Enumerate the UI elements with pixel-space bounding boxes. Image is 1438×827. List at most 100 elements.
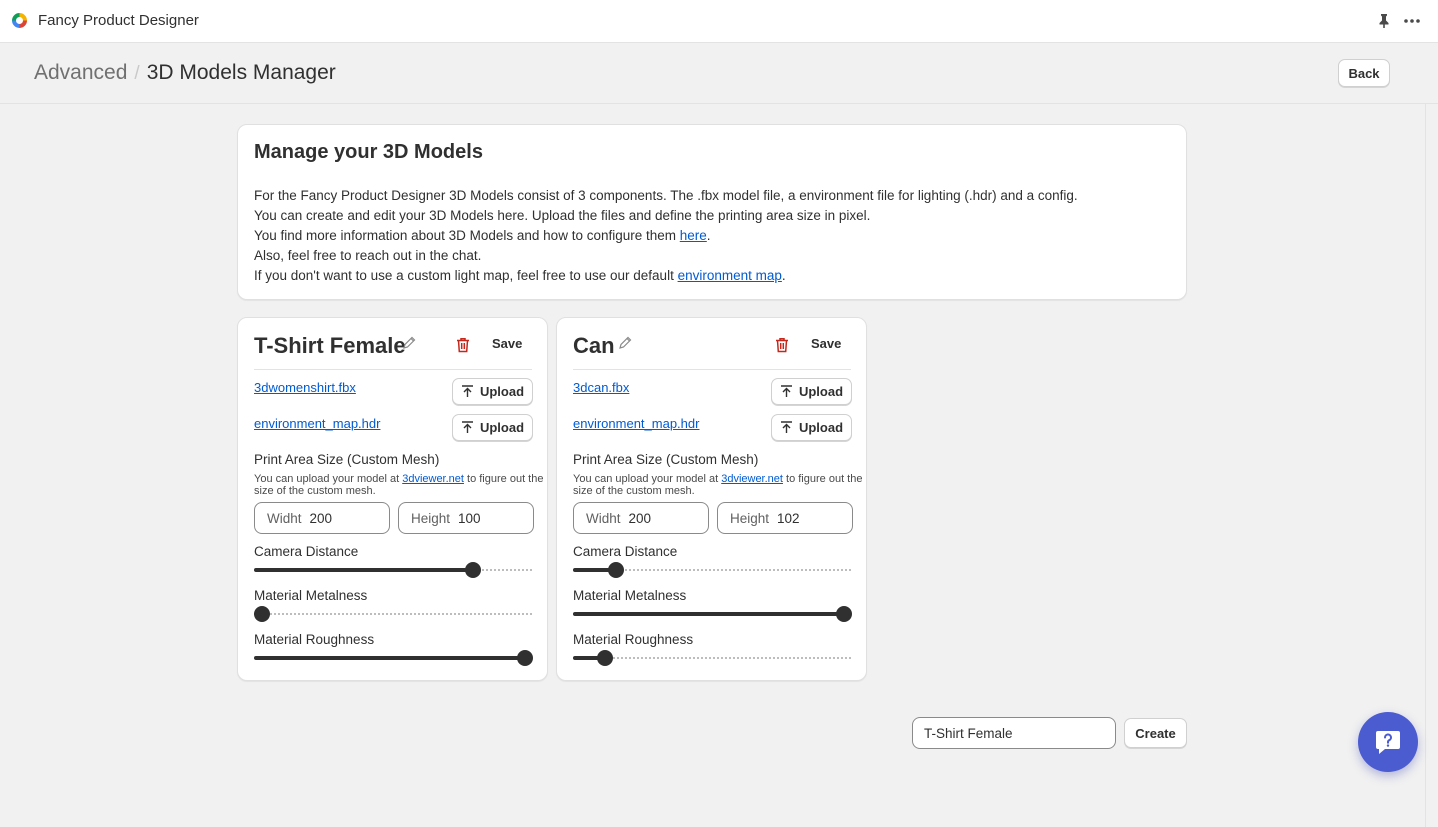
save-button[interactable]: Save: [811, 336, 841, 351]
camera-distance-label: Camera Distance: [573, 544, 678, 559]
app-logo-icon: [12, 13, 27, 28]
info-line: Also, feel free to reach out in the chat…: [254, 248, 482, 263]
scrollbar-track: [1425, 104, 1426, 827]
new-model-name-input[interactable]: T-Shirt Female: [912, 717, 1116, 749]
slider-track: [254, 613, 533, 615]
height-value: 102: [777, 510, 800, 526]
slider-thumb[interactable]: [465, 562, 481, 578]
upload-environment-button[interactable]: Upload: [771, 414, 852, 441]
roughness-label: Material Roughness: [573, 632, 694, 647]
app-bar: Fancy Product Designer: [0, 0, 1438, 43]
info-line: You find more information about 3D Model…: [254, 226, 1078, 246]
upload-icon: [780, 421, 792, 433]
print-area-help: You can upload your model at 3dviewer.ne…: [254, 473, 544, 497]
camera-distance-slider[interactable]: [254, 562, 533, 578]
trash-icon[interactable]: [456, 337, 470, 353]
model-name: T-Shirt Female: [254, 333, 406, 358]
info-text: For the Fancy Product Designer 3D Models…: [254, 186, 1078, 286]
camera-distance-slider[interactable]: [573, 562, 852, 578]
print-area-help: You can upload your model at 3dviewer.ne…: [573, 473, 863, 497]
divider: [254, 369, 532, 370]
info-card: Manage your 3D Models For the Fancy Prod…: [237, 124, 1187, 300]
camera-distance-label: Camera Distance: [254, 544, 359, 559]
width-input[interactable]: Widht 200: [254, 502, 390, 534]
upload-model-button[interactable]: Upload: [771, 378, 852, 405]
roughness-label: Material Roughness: [254, 632, 375, 647]
info-line: For the Fancy Product Designer 3D Models…: [254, 188, 1078, 203]
slider-thumb[interactable]: [835, 606, 852, 622]
height-value: 100: [458, 510, 481, 526]
help-text: You can upload your model at: [254, 473, 403, 485]
slider-track: [573, 657, 852, 659]
print-area-label: Print Area Size (Custom Mesh): [254, 452, 440, 467]
upload-icon: [461, 421, 473, 433]
metalness-slider[interactable]: [573, 606, 852, 622]
slider-thumb[interactable]: [607, 562, 624, 578]
pencil-icon[interactable]: [402, 336, 416, 350]
breadcrumb: Advanced / 3D Models Manager: [34, 61, 336, 85]
3dviewer-link[interactable]: 3dviewer.net: [721, 473, 783, 485]
width-prefix: Widht: [267, 510, 302, 526]
info-line-text: You find more information about 3D Model…: [254, 228, 680, 243]
height-prefix: Height: [730, 510, 770, 526]
environment-map-link[interactable]: environment map: [678, 268, 782, 283]
slider-fill: [254, 568, 473, 572]
width-input[interactable]: Widht 200: [573, 502, 709, 534]
back-button[interactable]: Back: [1338, 59, 1390, 87]
upload-label: Upload: [479, 384, 525, 399]
model-name: Can: [573, 333, 615, 358]
app-title: Fancy Product Designer: [38, 12, 199, 29]
print-area-label: Print Area Size (Custom Mesh): [573, 452, 759, 467]
roughness-slider[interactable]: [573, 650, 852, 666]
upload-model-button[interactable]: Upload: [452, 378, 533, 405]
breadcrumb-advanced[interactable]: Advanced: [34, 61, 127, 85]
width-value: 200: [309, 510, 333, 526]
more-options-icon[interactable]: [1402, 13, 1422, 29]
chat-icon: [1376, 731, 1400, 754]
slider-fill: [254, 656, 526, 660]
metalness-slider[interactable]: [254, 606, 533, 622]
slider-thumb[interactable]: [254, 606, 271, 622]
height-input[interactable]: Height 100: [398, 502, 534, 534]
info-line-text: If you don't want to use a custom light …: [254, 268, 678, 283]
width-prefix: Widht: [586, 510, 621, 526]
width-value: 200: [628, 510, 652, 526]
metalness-label: Material Metalness: [254, 588, 368, 603]
3dviewer-link[interactable]: 3dviewer.net: [402, 473, 464, 485]
slider-thumb[interactable]: [597, 650, 614, 666]
create-button[interactable]: Create: [1124, 718, 1187, 748]
height-prefix: Height: [411, 510, 451, 526]
info-line-text: .: [706, 228, 711, 243]
roughness-slider[interactable]: [254, 650, 534, 666]
model-file-link[interactable]: 3dwomenshirt.fbx: [254, 380, 356, 395]
docs-here-link[interactable]: here: [680, 228, 707, 243]
info-title: Manage your 3D Models: [254, 141, 483, 163]
upload-environment-button[interactable]: Upload: [452, 414, 533, 441]
chat-button[interactable]: [1358, 712, 1418, 772]
model-file-link[interactable]: 3dcan.fbx: [573, 380, 629, 395]
upload-icon: [780, 385, 792, 397]
upload-label: Upload: [479, 420, 525, 435]
trash-icon[interactable]: [775, 337, 789, 353]
help-text: You can upload your model at: [573, 473, 722, 485]
page-header: Advanced / 3D Models Manager Back: [0, 43, 1438, 104]
info-line: If you don't want to use a custom light …: [254, 266, 1078, 286]
breadcrumb-separator: /: [134, 63, 140, 84]
slider-thumb[interactable]: [517, 650, 534, 666]
upload-label: Upload: [798, 384, 844, 399]
info-line-text: .: [781, 268, 786, 283]
pencil-icon[interactable]: [618, 336, 632, 350]
upload-label: Upload: [798, 420, 844, 435]
page-title: 3D Models Manager: [146, 61, 336, 84]
divider: [573, 369, 851, 370]
environment-file-link[interactable]: environment_map.hdr: [254, 416, 380, 431]
model-card: T-Shirt Female Save 3dwomenshirt.fbx Upl…: [237, 317, 548, 681]
height-input[interactable]: Height 102: [717, 502, 853, 534]
metalness-label: Material Metalness: [573, 588, 687, 603]
pin-icon[interactable]: [1376, 13, 1392, 29]
environment-file-link[interactable]: environment_map.hdr: [573, 416, 699, 431]
info-line: You can create and edit your 3D Models h…: [254, 208, 871, 223]
model-card: Can Save 3dcan.fbx Upload environment_ma…: [556, 317, 867, 681]
slider-fill: [573, 612, 844, 616]
save-button[interactable]: Save: [492, 336, 522, 351]
